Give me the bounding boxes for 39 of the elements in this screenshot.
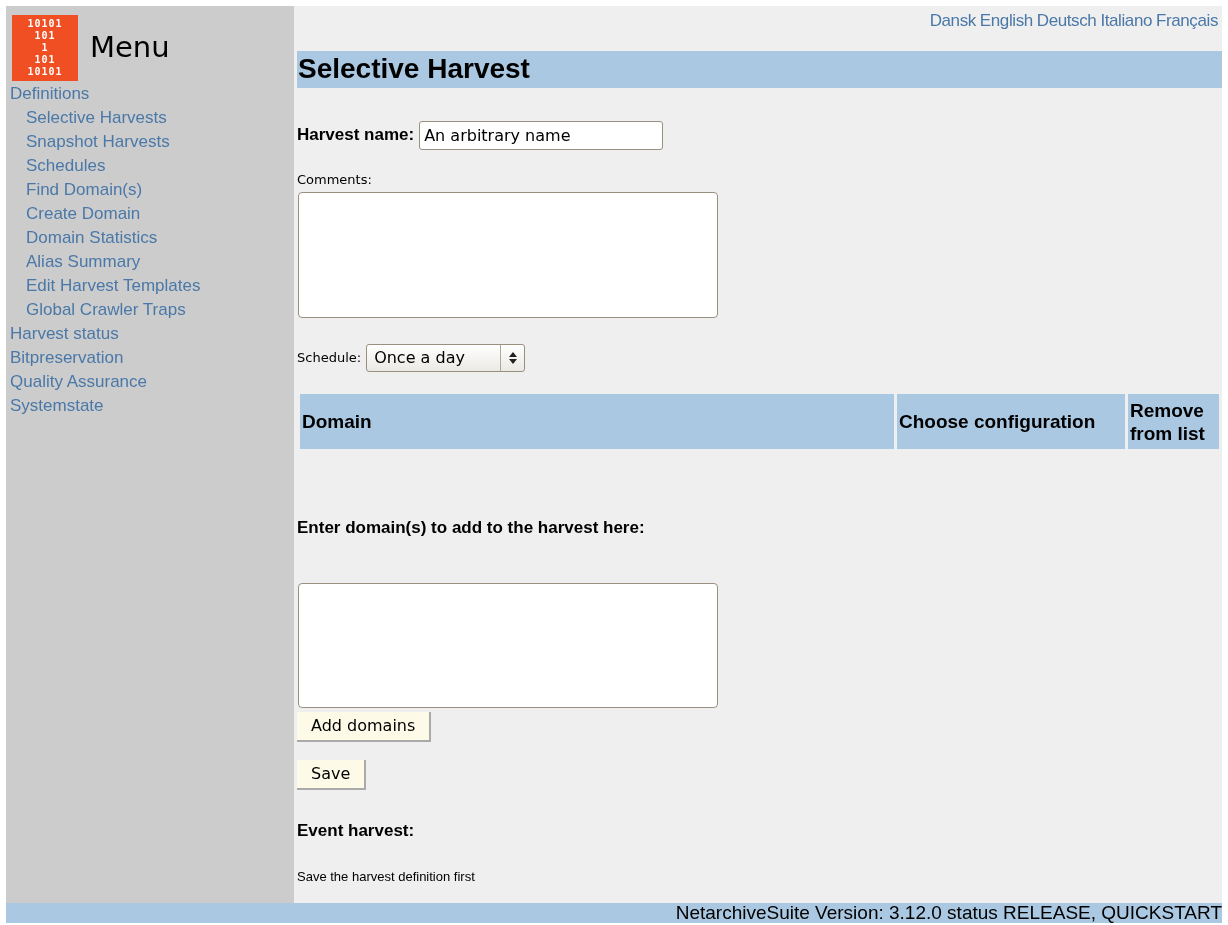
column-header: Choose configuration: [897, 394, 1125, 449]
comments-label: Comments:: [297, 170, 372, 189]
menu-link[interactable]: Edit Harvest Templates: [26, 274, 201, 298]
language-link[interactable]: English: [979, 8, 1033, 34]
harvest-name-label: Harvest name:: [297, 124, 415, 147]
language-link[interactable]: Deutsch: [1036, 8, 1097, 34]
logo: 10101 101 1 101 10101: [12, 15, 78, 81]
language-link[interactable]: Dansk: [929, 8, 976, 34]
menu-link[interactable]: Quality Assurance: [10, 370, 147, 394]
menu-link[interactable]: Systemstate: [10, 394, 104, 418]
menu-link[interactable]: Selective Harvests: [26, 106, 167, 130]
schedule-label: Schedule:: [297, 349, 362, 368]
menu-link[interactable]: Snapshot Harvests: [26, 130, 170, 154]
schedule-select[interactable]: Once a day: [366, 344, 526, 372]
event-harvest-note: Save the harvest definition first: [297, 868, 475, 886]
page-title: Selective Harvest: [297, 50, 1222, 88]
menu-link[interactable]: Schedules: [26, 154, 106, 178]
menu-link[interactable]: Alias Summary: [26, 250, 141, 274]
menu-link[interactable]: Global Crawler Traps: [26, 298, 186, 322]
add-domains-label: Enter domain(s) to add to the harvest here:: [297, 517, 645, 539]
comments-textarea[interactable]: [298, 192, 718, 318]
menu-link[interactable]: Create Domain: [26, 202, 141, 226]
harvest-name-input[interactable]: An arbitrary name: [419, 120, 664, 150]
menu-link[interactable]: Definitions: [10, 82, 90, 106]
up-down-arrows-icon: [508, 352, 517, 364]
column-header: Remove from list: [1128, 394, 1219, 449]
menu-link[interactable]: Bitpreservation: [10, 346, 124, 370]
language-link[interactable]: Italiano: [1100, 8, 1152, 34]
add-domains-button[interactable]: Add domains: [297, 711, 432, 742]
menu-title: Menu: [90, 29, 170, 67]
menu-link[interactable]: Harvest status: [10, 322, 119, 346]
menu-link[interactable]: Find Domain(s): [26, 178, 143, 202]
save-button[interactable]: Save: [297, 759, 367, 790]
event-harvest-heading: Event harvest:: [297, 819, 415, 842]
status-bar: NetarchiveSuite Version: 3.12.0 status RELEASE, QUICKSTART: [6, 903, 1222, 923]
menu-link[interactable]: Domain Statistics: [26, 226, 158, 250]
domains-textarea[interactable]: [298, 582, 718, 708]
column-header: Domain: [300, 394, 894, 449]
language-link[interactable]: Français: [1156, 8, 1218, 34]
